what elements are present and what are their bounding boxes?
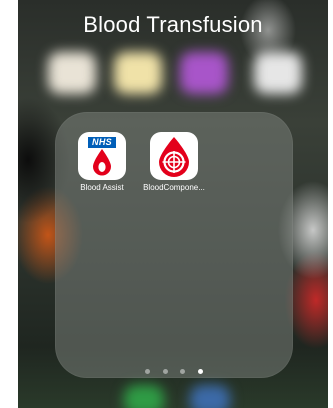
blurred-dock-icon xyxy=(124,385,164,408)
page-indicator[interactable] xyxy=(55,361,293,379)
page-dot-current[interactable] xyxy=(197,369,203,374)
page-dot[interactable] xyxy=(145,369,151,374)
app-blood-assist[interactable]: NHS Blood Assist xyxy=(62,132,142,192)
app-label: BloodCompone... xyxy=(143,183,205,192)
bloodcomponents-icon[interactable] xyxy=(150,132,198,180)
blood-component-icon xyxy=(159,137,189,177)
blood-drop-icon xyxy=(93,149,111,176)
blurred-app-icon xyxy=(180,52,228,94)
blood-assist-icon[interactable]: NHS xyxy=(78,132,126,180)
page-dot[interactable] xyxy=(180,369,186,374)
folder-title[interactable]: Blood Transfusion xyxy=(18,12,328,38)
app-bloodcomponents[interactable]: BloodCompone... xyxy=(134,132,214,192)
page-dot[interactable] xyxy=(162,369,168,374)
app-label: Blood Assist xyxy=(80,183,124,192)
blurred-app-icon xyxy=(48,52,96,94)
blurred-app-icon xyxy=(114,52,162,94)
folder-panel: NHS Blood Assist BloodCompone... xyxy=(55,112,293,378)
nhs-logo: NHS xyxy=(88,137,116,148)
blurred-dock-icon xyxy=(190,385,230,408)
blurred-app-icon xyxy=(254,52,302,94)
